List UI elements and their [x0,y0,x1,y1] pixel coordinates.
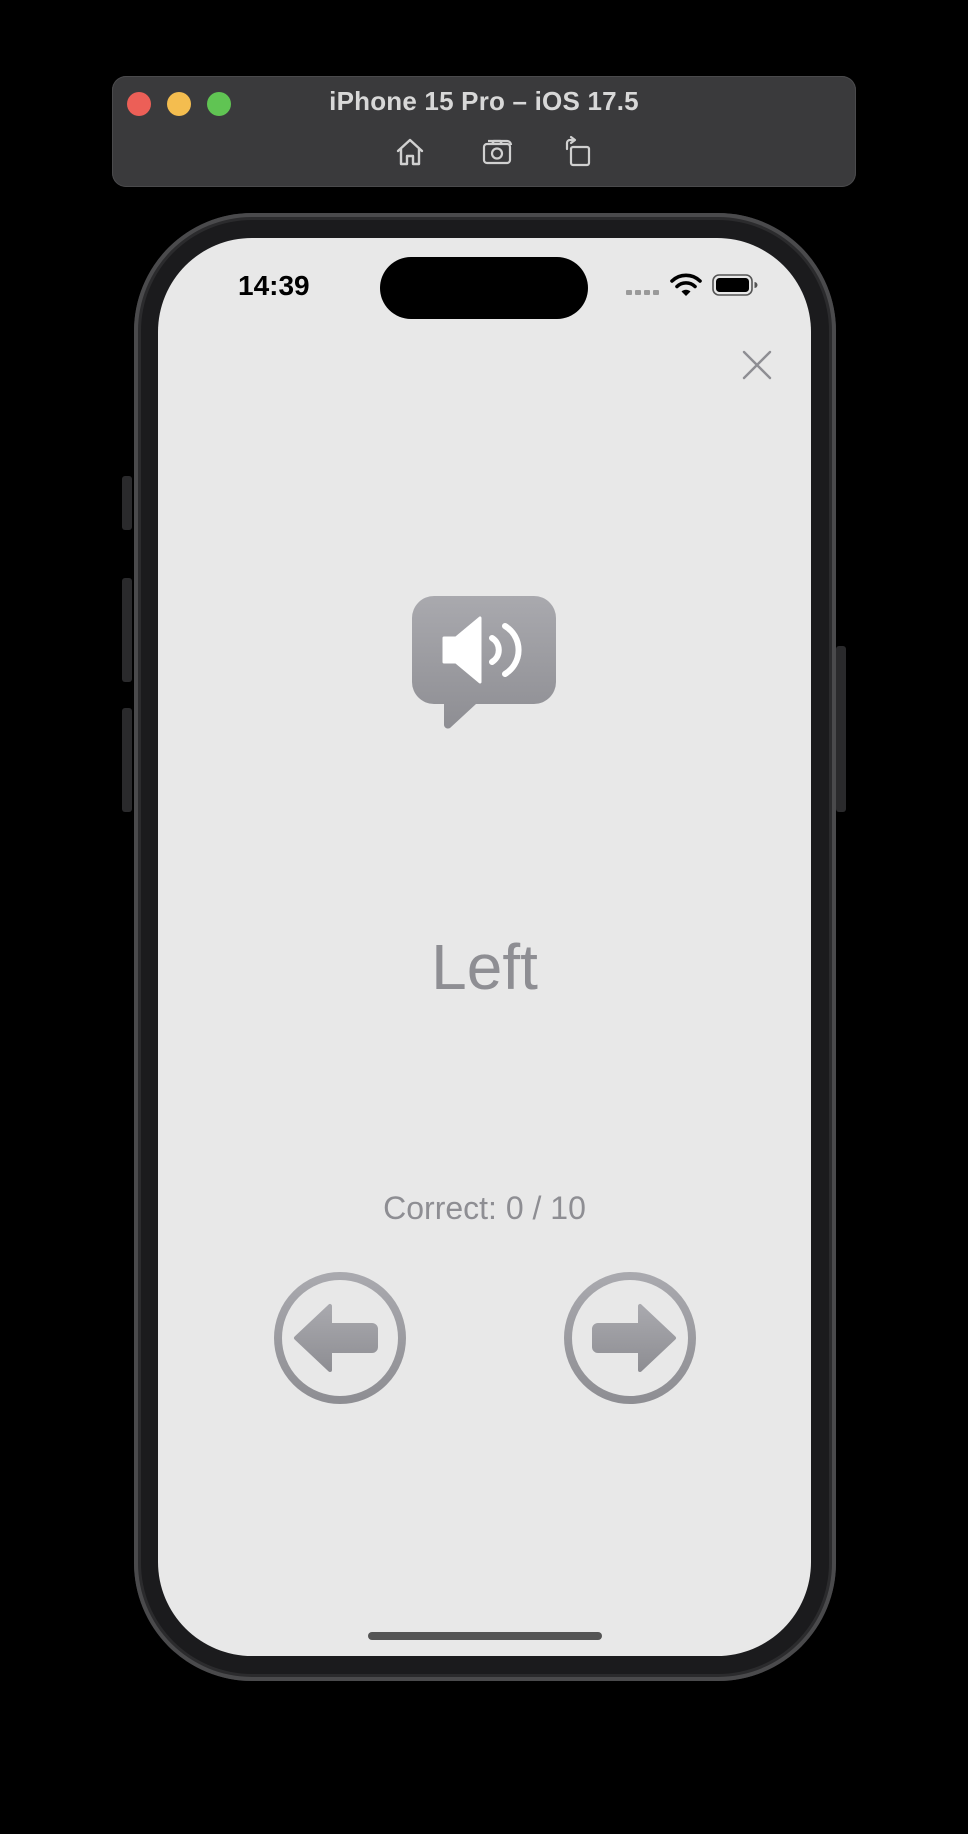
score-counter: Correct: 0 / 10 [383,1190,586,1226]
answer-left-button[interactable] [272,1270,408,1406]
arrow-right-circle-icon [564,1272,696,1404]
volume-up-button[interactable] [122,578,132,682]
answer-right-button[interactable] [562,1270,698,1406]
wifi-icon [670,273,702,296]
cellular-icon [626,290,659,295]
battery-icon [712,274,758,296]
quiz-word: Left [431,931,538,1003]
screenshot-button[interactable] [478,134,518,170]
action-button[interactable] [122,476,132,530]
home-button[interactable] [390,134,430,170]
dynamic-island [380,257,588,319]
home-icon [396,138,424,166]
close-icon [742,350,772,380]
volume-down-button[interactable] [122,708,132,812]
arrow-left-circle-icon [274,1272,406,1404]
status-time: 14:39 [238,270,310,301]
screenshot-icon [482,139,513,165]
close-button[interactable] [738,346,776,384]
rotate-icon [565,135,591,167]
play-audio-button[interactable] [410,594,558,734]
home-indicator[interactable] [368,1632,602,1640]
device-screen: 14:39 Left Correct: 0 / 10 [158,238,811,1656]
rotate-button[interactable] [558,134,598,170]
power-button[interactable] [836,646,846,812]
simulator-title: iPhone 15 Pro – iOS 17.5 [329,86,639,116]
speaker-bubble-icon [412,596,556,729]
